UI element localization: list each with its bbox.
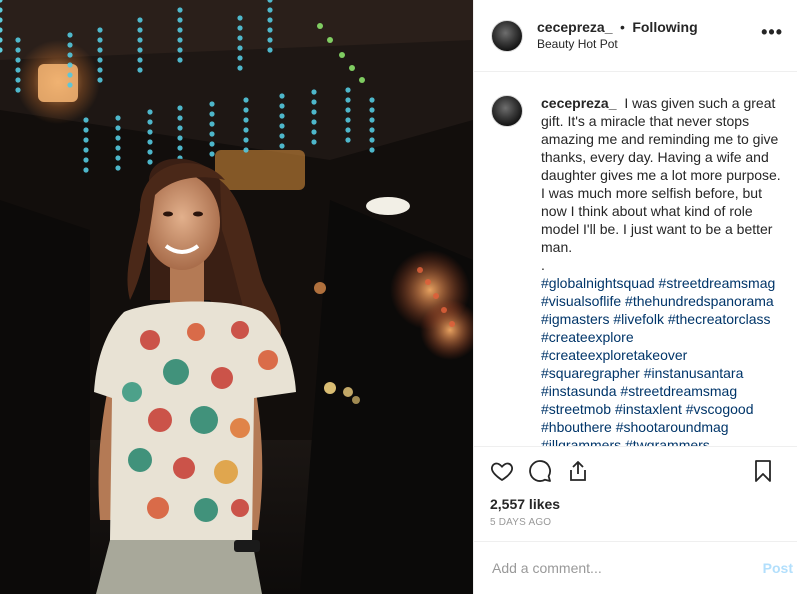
caption-comment: cecepreza_ I was given such a great gift… <box>491 94 781 446</box>
hashtag-link[interactable]: #igmasters <box>541 311 609 327</box>
hashtag-link[interactable]: #streetdreamsmag <box>659 275 776 291</box>
hashtag-link[interactable]: #squaregrapher <box>541 365 640 381</box>
comments-section: cecepreza_ I was given such a great gift… <box>474 72 797 446</box>
hashtag-link[interactable]: #visualsoflife <box>541 293 621 309</box>
bookmark-icon[interactable] <box>751 459 775 483</box>
caption-username[interactable]: cecepreza_ <box>541 95 617 111</box>
caption-avatar[interactable] <box>491 95 523 127</box>
hashtag-link[interactable]: #vscogood <box>686 401 754 417</box>
post-photo[interactable] <box>0 0 473 594</box>
caption-dot: . <box>541 257 545 273</box>
hashtag-link[interactable]: #globalnightsquad <box>541 275 655 291</box>
hashtag-link[interactable]: #createexplore <box>541 329 634 345</box>
post-sidebar: cecepreza_ • Following Beauty Hot Pot ••… <box>473 0 797 594</box>
hashtag-link[interactable]: #thecreatorclass <box>668 311 771 327</box>
following-button[interactable]: Following <box>632 19 697 35</box>
header-separator: • <box>619 18 625 35</box>
comment-input[interactable] <box>490 559 755 577</box>
hashtag-link[interactable]: #streetdreamsmag <box>620 383 737 399</box>
location-link[interactable]: Beauty Hot Pot <box>537 36 698 53</box>
hashtag-link[interactable]: #livefolk <box>613 311 664 327</box>
post-comment-button[interactable]: Post <box>755 560 793 576</box>
hashtag-link[interactable]: #shootaroundmag <box>616 419 729 435</box>
post-timestamp: 5 DAYS AGO <box>474 513 797 542</box>
author-meta: cecepreza_ • Following Beauty Hot Pot <box>537 19 698 53</box>
hashtag-link[interactable]: #twgrammers <box>625 437 710 446</box>
add-comment-bar: Post <box>474 542 797 594</box>
hashtag-link[interactable]: #streetmob <box>541 401 611 417</box>
hashtag-link[interactable]: #thehundredspanorama <box>625 293 774 309</box>
hashtag-link[interactable]: #illgrammers <box>541 437 621 446</box>
likes-count[interactable]: 2,557 likes <box>474 495 797 513</box>
author-username[interactable]: cecepreza_ <box>537 19 613 35</box>
hashtag-link[interactable]: #createexploretakeover <box>541 347 687 363</box>
more-options-icon[interactable]: ••• <box>761 22 783 43</box>
hashtag-link[interactable]: #instasunda <box>541 383 617 399</box>
action-bar <box>474 446 797 495</box>
hashtag-list: #globalnightsquad #streetdreamsmag #visu… <box>541 274 781 446</box>
caption-body: cecepreza_ I was given such a great gift… <box>541 94 781 446</box>
hashtag-link[interactable]: #hbouthere <box>541 419 612 435</box>
hashtag-link[interactable]: #instaxlent <box>615 401 682 417</box>
speech-bubble-icon[interactable] <box>528 459 552 483</box>
hashtag-link[interactable]: #instanusantara <box>644 365 744 381</box>
photo-scene <box>0 0 473 594</box>
author-avatar[interactable] <box>491 19 523 52</box>
caption-text: I was given such a great gift. It's a mi… <box>541 95 781 255</box>
post-header: cecepreza_ • Following Beauty Hot Pot ••… <box>474 0 797 72</box>
heart-icon[interactable] <box>490 459 514 483</box>
post-view: cecepreza_ • Following Beauty Hot Pot ••… <box>0 0 797 594</box>
share-icon[interactable] <box>566 459 590 483</box>
